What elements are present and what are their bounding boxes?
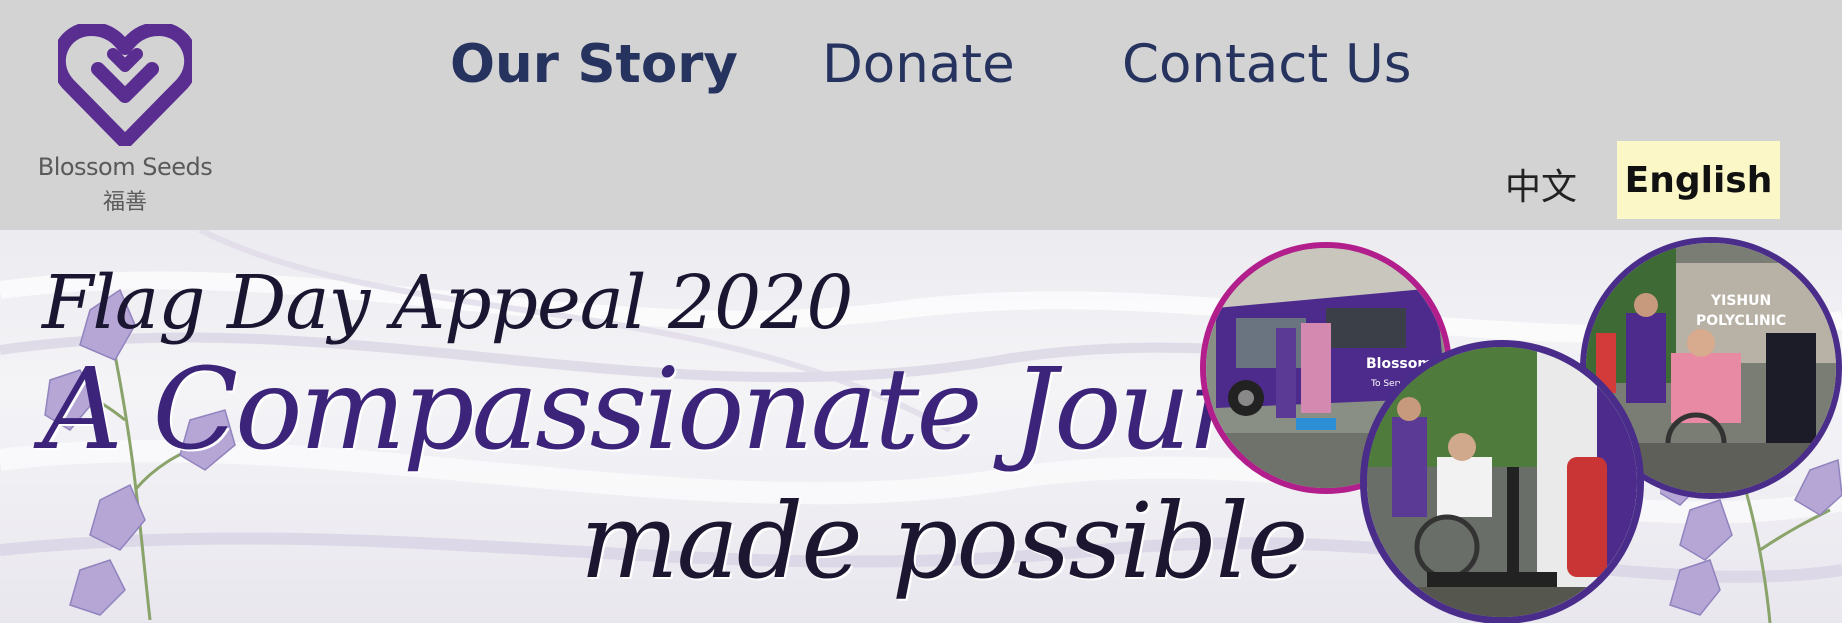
logo-name: Blossom Seeds xyxy=(37,153,213,181)
nav-link-contact-us[interactable]: Contact Us xyxy=(1122,30,1411,100)
svg-text:YISHUN: YISHUN xyxy=(1710,293,1771,309)
flag-day-title: Flag Day Appeal 2020 xyxy=(42,260,853,346)
heart-logo-icon xyxy=(58,24,192,146)
language-chinese-button[interactable]: 中文 xyxy=(1505,158,1577,210)
svg-text:POLYCLINIC: POLYCLINIC xyxy=(1696,313,1786,329)
nav-link-our-story[interactable]: Our Story xyxy=(450,30,738,100)
campaign-subtitle: made possible xyxy=(580,480,1308,602)
nav-link-donate[interactable]: Donate xyxy=(822,30,1015,100)
site-header: Blossom Seeds 福善 Our Story Donate Contac… xyxy=(0,0,1842,230)
photo-wheelchair-lift xyxy=(1360,340,1644,623)
logo[interactable]: Blossom Seeds 福善 xyxy=(30,18,220,218)
logo-name-chinese: 福善 xyxy=(102,190,147,215)
language-english-button[interactable]: English xyxy=(1617,141,1780,219)
hero-banner: Flag Day Appeal 2020 A Compassionate Jou… xyxy=(0,230,1842,623)
